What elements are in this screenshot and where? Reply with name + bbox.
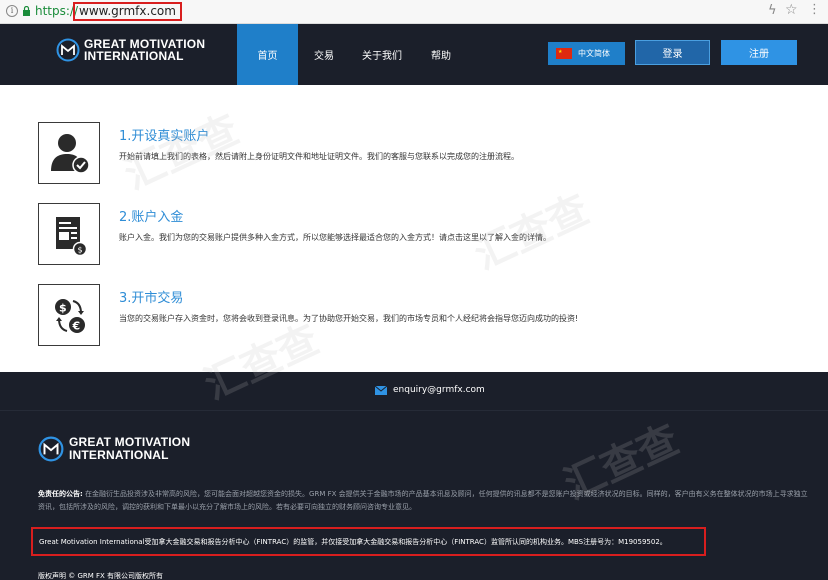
- registration-highlight-box: Great Motivation International受加拿大金融交易和报…: [31, 527, 706, 556]
- footer-logo-text: GREAT MOTIVATION INTERNATIONAL: [69, 436, 190, 462]
- step-description: 账户入金。我们为您的交易账户提供多种入金方式，所以您能够选择最适合您的入金方式！…: [119, 233, 551, 242]
- site-logo[interactable]: GREAT MOTIVATION INTERNATIONAL: [56, 38, 205, 62]
- nav-home[interactable]: 首页: [237, 24, 298, 85]
- step-description: 开始前请填上我们的表格，然后请附上身份证明文件和地址证明文件。我们的客服与您联系…: [119, 152, 519, 161]
- logo-text: GREAT MOTIVATION INTERNATIONAL: [84, 38, 205, 62]
- footer-logo-line-2: INTERNATIONAL: [69, 448, 169, 462]
- main-nav: 首页 交易 关于我们 帮助: [237, 24, 466, 85]
- lock-icon: [23, 6, 30, 16]
- disclaimer-text: 在金融衍生品投资涉及非常高的风险，您可能会面对超越您资金的损失。GRM FX 会…: [38, 490, 808, 511]
- step-title[interactable]: 3.开市交易: [119, 287, 183, 306]
- email-address[interactable]: enquiry@grmfx.com: [393, 385, 485, 395]
- site-footer: enquiry@grmfx.com GREAT MOTIVATION INTER…: [0, 372, 828, 580]
- contact-email[interactable]: enquiry@grmfx.com: [375, 385, 485, 395]
- disclaimer-label: 免责任的公告:: [38, 490, 83, 498]
- svg-text:€: €: [72, 320, 81, 333]
- url-highlight-box[interactable]: www.grmfx.com: [73, 2, 182, 21]
- user-check-icon: [51, 134, 90, 174]
- register-button[interactable]: 注册: [721, 40, 797, 65]
- logo-mark-icon: [56, 38, 80, 62]
- document-deposit-icon: $: [56, 217, 88, 257]
- info-icon[interactable]: i: [6, 5, 18, 17]
- step-description: 当您的交易账户存入资金时，您将会收到登录讯息。为了协助您开始交易，我们的市场专员…: [119, 314, 579, 323]
- bookmark-star-icon[interactable]: ☆: [785, 2, 798, 18]
- mail-icon: [375, 385, 387, 395]
- step-open-account: 1.开设真实账户 开始前请填上我们的表格，然后请附上身份证明文件和地址证明文件。…: [38, 122, 818, 186]
- more-menu-icon[interactable]: ⋮: [808, 2, 821, 17]
- nav-about[interactable]: 关于我们: [348, 24, 416, 85]
- step-deposit: $ 2.账户入金 账户入金。我们为您的交易账户提供多种入金方式，所以您能够选择最…: [38, 203, 818, 267]
- lightning-icon[interactable]: ϟ: [768, 3, 777, 18]
- step-icon-box: [38, 122, 100, 184]
- svg-text:$: $: [59, 302, 67, 315]
- logo-line-2: INTERNATIONAL: [84, 49, 184, 63]
- step-title[interactable]: 1.开设真实账户: [119, 125, 209, 144]
- url-text: www.grmfx.com: [79, 4, 176, 18]
- site-header: GREAT MOTIVATION INTERNATIONAL 首页 交易 关于我…: [0, 24, 828, 85]
- login-button[interactable]: 登录: [635, 40, 710, 65]
- nav-trading[interactable]: 交易: [300, 24, 348, 85]
- language-label: 中文简体: [578, 49, 610, 58]
- language-selector[interactable]: 中文简体: [548, 42, 625, 65]
- risk-disclaimer: 免责任的公告: 在金融衍生品投资涉及非常高的风险，您可能会面对超越您资金的损失。…: [38, 488, 808, 514]
- nav-help[interactable]: 帮助: [416, 24, 466, 85]
- step-title[interactable]: 2.账户入金: [119, 206, 183, 225]
- url-scheme: https://: [35, 4, 79, 18]
- step-icon-box: $: [38, 203, 100, 265]
- registration-statement: Great Motivation International受加拿大金融交易和报…: [39, 538, 667, 546]
- svg-text:$: $: [78, 246, 83, 255]
- logo-mark-icon: [38, 436, 64, 462]
- browser-address-bar: i https:// www.grmfx.com ϟ ☆ ⋮: [0, 0, 828, 24]
- step-icon-box: $ €: [38, 284, 100, 346]
- currency-exchange-icon: $ €: [55, 299, 85, 333]
- china-flag-icon: [556, 48, 572, 59]
- footer-logo: GREAT MOTIVATION INTERNATIONAL: [38, 436, 190, 462]
- footer-divider: [0, 410, 828, 411]
- step-trade: $ € 3.开市交易 当您的交易账户存入资金时，您将会收到登录讯息。为了协助您开…: [38, 284, 818, 348]
- copyright-notice: 版权声明 © GRM FX 有限公司版权所有: [38, 572, 164, 580]
